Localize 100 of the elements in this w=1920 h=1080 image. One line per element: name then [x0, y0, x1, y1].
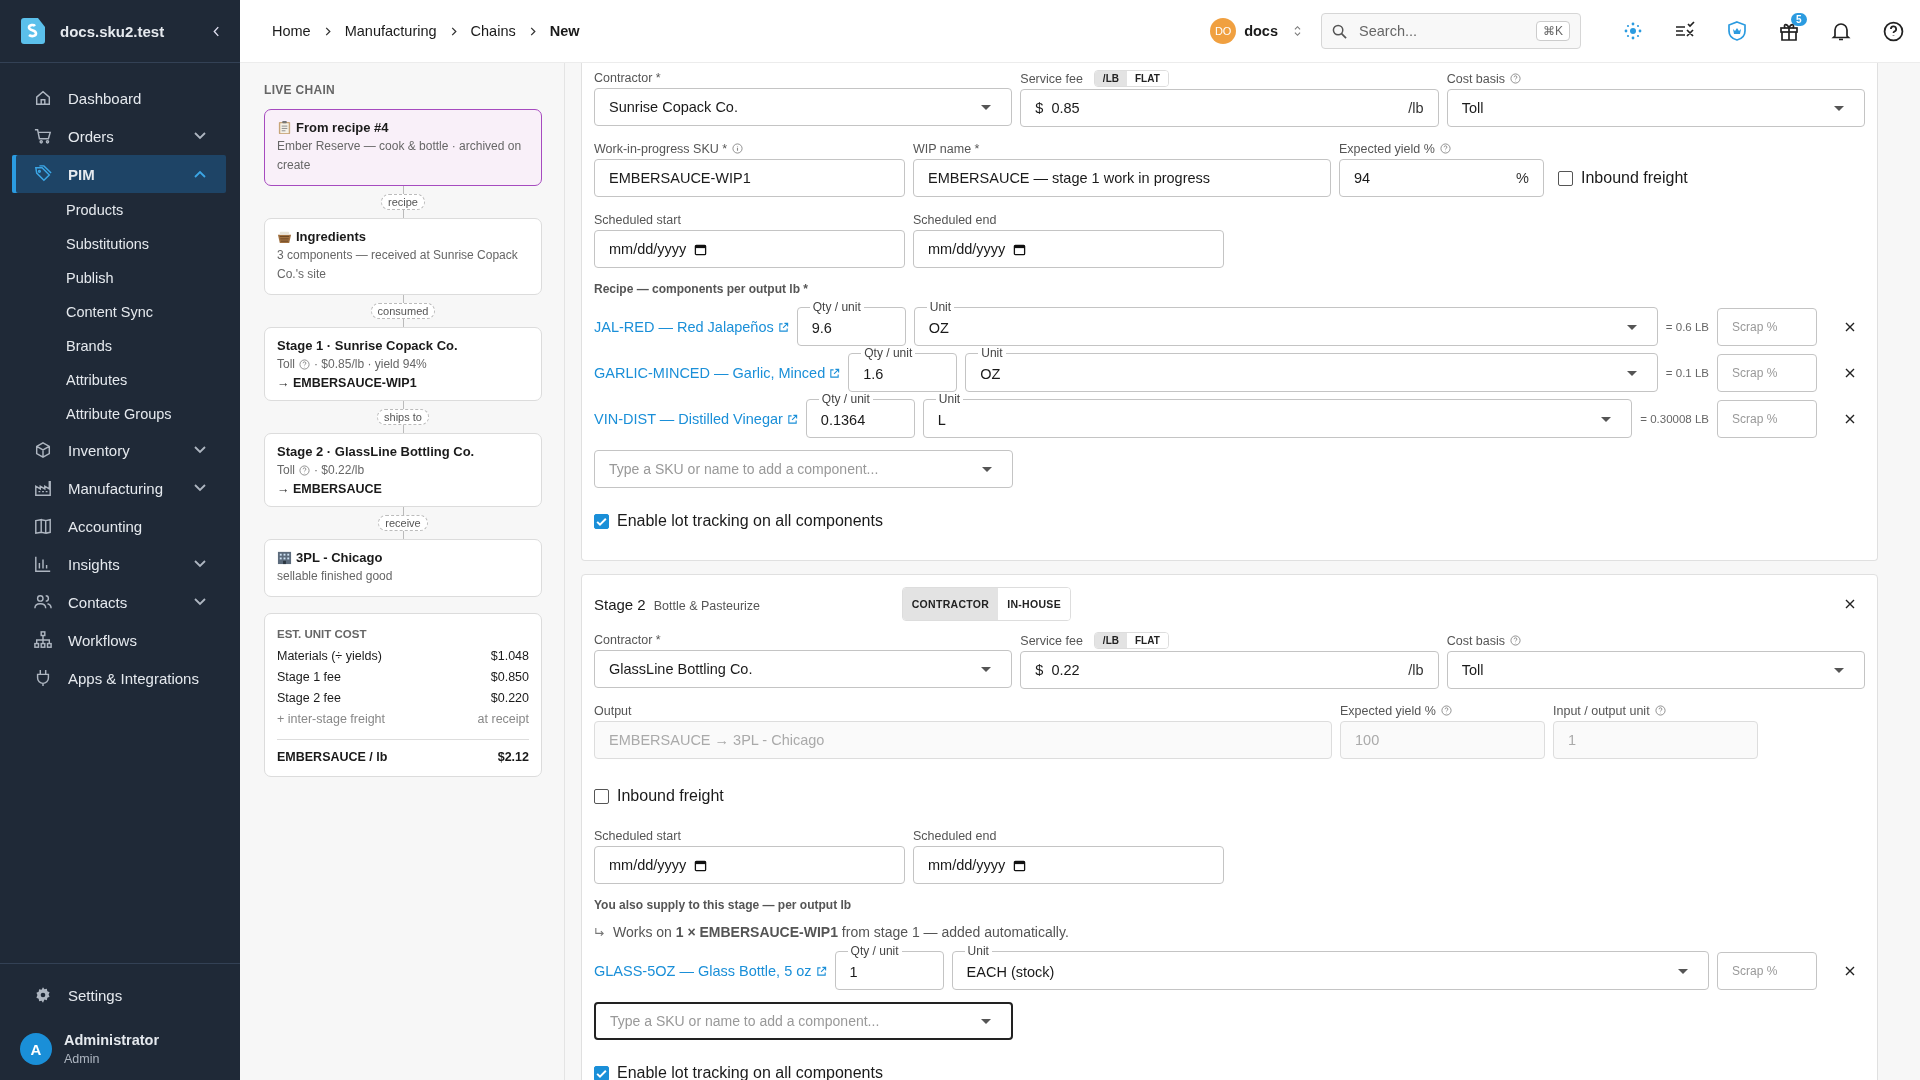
nav-item[interactable]: Dashboard: [12, 79, 226, 117]
unit-ratio-field: 1: [1553, 721, 1758, 759]
caret-icon: [981, 666, 992, 672]
sparkle-icon[interactable]: [1623, 21, 1643, 41]
stage-subtitle: Bottle & Pasteurize: [653, 599, 762, 613]
nav-subitem[interactable]: Content Sync: [0, 295, 240, 329]
cost-basis-select[interactable]: Toll: [1446, 89, 1865, 127]
chain-node-card[interactable]: From recipe #4 Ember Reserve — cook & bottle · archived on create: [264, 109, 542, 186]
nav-item[interactable]: Inventory: [12, 431, 226, 469]
nav-item[interactable]: Workflows: [12, 621, 226, 659]
nav-subitem[interactable]: Attributes: [0, 363, 240, 397]
close-icon[interactable]: [1845, 322, 1855, 332]
yield-field[interactable]: 94 %: [1339, 159, 1544, 197]
chain-node-card[interactable]: Stage 1 · Sunrise Copack Co. Toll · $0.85/lb · yield 94% → EMBERSAUCE-WIP1: [264, 327, 542, 401]
cost-label: Stage 2 fee: [277, 691, 341, 705]
nav-subitem[interactable]: Brands: [0, 329, 240, 363]
contractor-select[interactable]: Sunrise Copack Co.: [594, 88, 1013, 126]
service-fee-field[interactable]: $ 0.22 /lb: [1020, 651, 1439, 689]
qty-field[interactable]: Qty / unit 9.6: [796, 300, 906, 346]
unit-select[interactable]: Unit OZ: [913, 300, 1658, 346]
breadcrumb-link[interactable]: Chains: [470, 23, 516, 39]
node-title: Stage 2 · GlassLine Bottling Co.: [277, 444, 475, 459]
unit-select[interactable]: Unit OZ: [965, 346, 1658, 392]
chain-node-card[interactable]: Ingredients 3 components — received at Sunrise Copack Co.'s site: [264, 218, 542, 295]
unit-select[interactable]: Unit L: [922, 392, 1633, 438]
nav-item[interactable]: Insights: [12, 545, 226, 583]
mode-toggle[interactable]: CONTRACTOR: [902, 588, 999, 620]
date-field[interactable]: mm/dd/yyyy: [594, 846, 905, 884]
nav-item[interactable]: Orders: [12, 117, 226, 155]
nav-subitem[interactable]: Substitutions: [0, 227, 240, 261]
nav-item[interactable]: Contacts: [12, 583, 226, 621]
breadcrumb-link[interactable]: Manufacturing: [344, 23, 437, 39]
calendar-icon: [694, 242, 708, 256]
caret-icon: [981, 1018, 991, 1024]
contractor-select[interactable]: GlassLine Bottling Co.: [594, 650, 1013, 688]
fee-mode-toggle[interactable]: /LB: [1094, 71, 1127, 86]
wip-name-field[interactable]: EMBERSAUCE — stage 1 work in progress: [913, 159, 1331, 197]
close-icon[interactable]: [1845, 599, 1855, 609]
section-label: You also supply to this stage — per output lb: [594, 898, 853, 912]
caret-icon: [1626, 325, 1637, 330]
component-link[interactable]: JAL-RED — Red Jalapeños: [594, 319, 789, 335]
org-name[interactable]: docs: [1244, 23, 1278, 39]
nav-subitem[interactable]: Products: [0, 193, 240, 227]
chain-node-card[interactable]: Stage 2 · GlassLine Bottling Co. Toll · $0.22/lb → EMBERSAUCE: [264, 433, 542, 507]
checkbox-label: Inbound freight: [617, 787, 724, 805]
bell-icon[interactable]: [1831, 21, 1851, 41]
component-link[interactable]: GLASS-5OZ — Glass Bottle, 5 oz: [594, 963, 827, 979]
user-avatar[interactable]: A: [20, 1033, 52, 1065]
chevron-left-icon[interactable]: [213, 25, 220, 37]
external-link-icon: [815, 965, 827, 977]
home-icon: [34, 89, 52, 107]
service-fee-field[interactable]: $ 0.85 /lb: [1020, 89, 1439, 127]
workspace-name: docs.sku2.test: [60, 22, 166, 40]
qty-field[interactable]: Qty / unit 1.6: [848, 346, 958, 392]
sort-icon[interactable]: [1294, 25, 1301, 37]
field-label: Expected yield %: [1340, 703, 1436, 718]
chain-link-label: recipe: [381, 194, 425, 210]
fee-mode-toggle[interactable]: /LB: [1094, 633, 1127, 648]
date-field[interactable]: mm/dd/yyyy: [913, 230, 1224, 268]
checkbox[interactable]: [1558, 170, 1573, 186]
chain-node-card[interactable]: 3PL - Chicago sellable finished good: [264, 539, 542, 597]
nav-item[interactable]: Apps & Integrations: [12, 659, 226, 697]
settings-link[interactable]: Settings: [12, 976, 226, 1014]
checkbox[interactable]: [594, 788, 609, 804]
close-icon[interactable]: [1845, 966, 1855, 976]
help-icon: [1510, 73, 1521, 84]
converted-amount: = 0.30008 LB: [1640, 413, 1709, 425]
nav-item[interactable]: Manufacturing: [12, 469, 226, 507]
field-label: Service fee: [1020, 71, 1083, 86]
close-icon[interactable]: [1845, 368, 1855, 378]
qty-field[interactable]: Qty / unit 1: [834, 944, 944, 990]
nav-subitem[interactable]: Attribute Groups: [0, 397, 240, 431]
field-label: Cost basis: [1446, 71, 1505, 86]
plug-icon: [34, 669, 52, 687]
nav-item[interactable]: PIM: [12, 155, 226, 193]
close-icon[interactable]: [1845, 414, 1855, 424]
node-output: → EMBERSAUCE-WIP1: [277, 376, 418, 390]
help-icon: [1510, 635, 1521, 646]
wip-sku-field[interactable]: EMBERSAUCE-WIP1: [594, 159, 905, 197]
cost-label: Stage 1 fee: [277, 670, 341, 684]
shield-icon[interactable]: [1727, 21, 1747, 41]
cost-basis-select[interactable]: Toll: [1446, 651, 1865, 689]
checkbox[interactable]: [594, 513, 609, 529]
node-subtitle: sellable finished good: [277, 568, 394, 585]
date-field[interactable]: mm/dd/yyyy: [913, 846, 1224, 884]
qty-field[interactable]: Qty / unit 0.1364: [805, 392, 915, 438]
checkbox[interactable]: [594, 1065, 609, 1080]
component-link[interactable]: GARLIC-MINCED — Garlic, Minced: [594, 365, 841, 381]
breadcrumb-link[interactable]: Home: [272, 23, 311, 39]
gift-icon[interactable]: [1779, 21, 1799, 41]
cube-icon: [34, 441, 52, 459]
unit-select[interactable]: Unit EACH (stock): [951, 944, 1709, 990]
search-field[interactable]: Search... ⌘K: [1321, 13, 1581, 49]
component-link[interactable]: VIN-DIST — Distilled Vinegar: [594, 411, 798, 427]
nav-subitem[interactable]: Publish: [0, 261, 240, 295]
date-field[interactable]: mm/dd/yyyy: [594, 230, 905, 268]
help-icon[interactable]: [1883, 20, 1904, 42]
nav-item[interactable]: Accounting: [12, 507, 226, 545]
caret-icon: [1678, 969, 1688, 974]
return-arrow-icon: [594, 926, 605, 938]
